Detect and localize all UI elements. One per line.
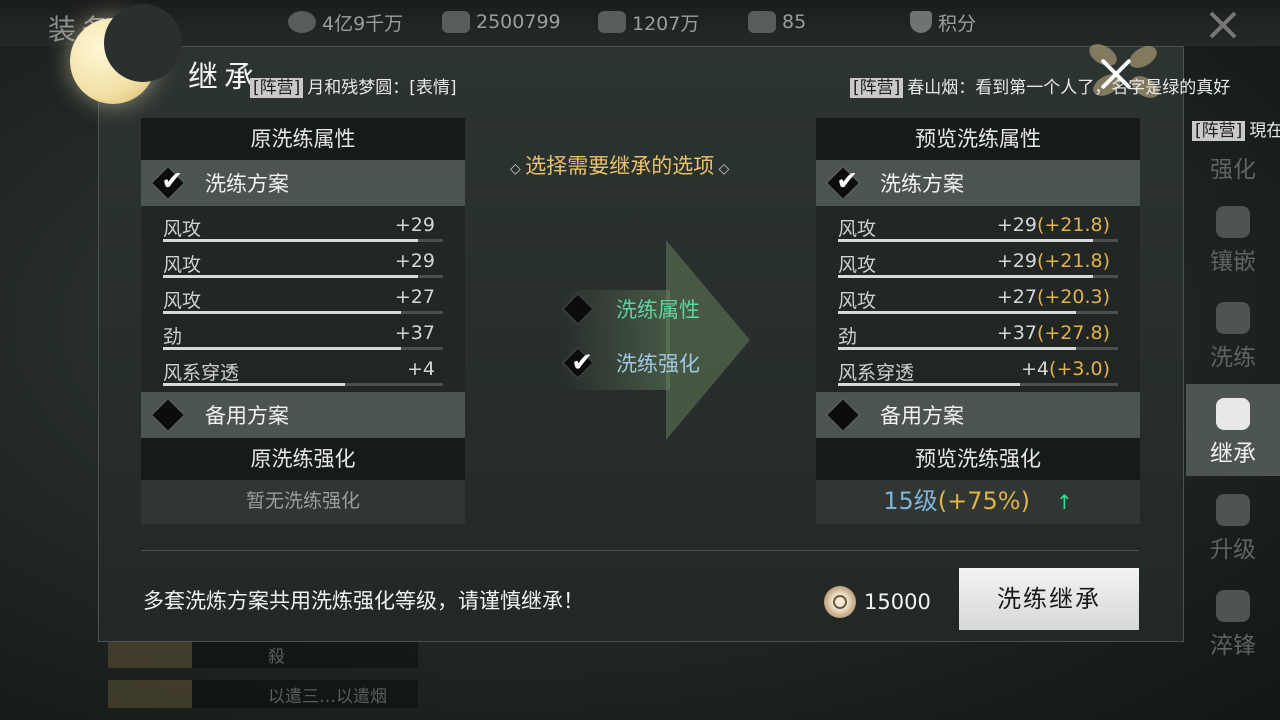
panel-header: 原洗练属性 xyxy=(141,118,465,160)
resource-points: 积分 xyxy=(910,10,976,35)
attribute-bar xyxy=(163,347,443,350)
upgrade-icon xyxy=(1216,494,1250,526)
chat-message: [阵营] 現在 xyxy=(1192,116,1280,141)
refresh-icon xyxy=(1216,302,1250,334)
attribute-row: 风攻 +29 xyxy=(163,208,443,244)
attribute-bar xyxy=(163,275,443,278)
attribute-bar xyxy=(163,383,443,386)
attribute-row: 风攻 +27 xyxy=(163,280,443,316)
feather-icon xyxy=(598,11,626,33)
checkbox-checked-icon[interactable] xyxy=(149,164,187,202)
sidebar-item-refine[interactable]: 洗练 xyxy=(1186,288,1280,380)
attribute-row: 风攻 +29(+21.8) xyxy=(838,244,1118,280)
sidebar-item-strengthen[interactable]: 强化 xyxy=(1186,100,1280,192)
cost-display: 15000 xyxy=(824,586,931,618)
sidebar: 强化 镶嵌 洗练 继承 升级 淬锋 xyxy=(1186,100,1280,720)
attribute-list: 风攻 +29 风攻 +29 风攻 +27 劲 +37 风系穿透 +4 xyxy=(141,206,465,392)
sidebar-item-temper[interactable]: 淬锋 xyxy=(1186,576,1280,668)
attribute-bar xyxy=(163,239,443,242)
attribute-list: 风攻 +29(+21.8) 风攻 +29(+21.8) 风攻 +27(+20.3) 劲… xyxy=(816,206,1140,392)
bag-icon xyxy=(442,11,470,33)
checkbox-checked-icon[interactable] xyxy=(561,346,595,380)
attribute-row: 风系穿透 +4 xyxy=(163,352,443,388)
preview-refine-panel: 预览洗练属性 洗练方案 风攻+29(+21.8) 风攻+29(+21.8) 风攻… xyxy=(816,118,1140,524)
top-bar: 装备 4亿9千万 2500799 1207万 85 积分 xyxy=(0,0,1280,46)
panel-header: 预览洗练属性 xyxy=(816,118,1140,160)
plan-row[interactable]: 洗练方案 xyxy=(141,160,465,206)
shield-icon xyxy=(910,11,932,33)
attribute-bar xyxy=(838,383,1118,386)
inherit-button[interactable]: 洗练继承 xyxy=(959,568,1139,630)
moon-shadow xyxy=(104,4,182,82)
attribute-row: 劲 +37 xyxy=(163,316,443,352)
plan-row[interactable]: 洗练方案 xyxy=(816,160,1140,206)
option-refine-strength[interactable]: 洗练强化 xyxy=(561,346,700,380)
warning-text: 多套洗炼方案共用洗炼强化等级，请谨慎继承！ xyxy=(143,589,584,613)
coin-icon xyxy=(824,586,856,618)
close-icon[interactable] xyxy=(1100,58,1132,90)
attribute-bar xyxy=(838,275,1118,278)
attribute-row: 风攻 +27(+20.3) xyxy=(838,280,1118,316)
attribute-bar xyxy=(163,311,443,314)
background-row: 以遣三…以遣烟 xyxy=(108,680,418,708)
sidebar-item-inherit[interactable]: 继承 xyxy=(1186,384,1280,476)
arrow-right-icon xyxy=(560,240,760,440)
strength-preview: 15级(+75%) ↑ xyxy=(816,480,1140,524)
checkbox-unchecked-icon[interactable] xyxy=(824,396,862,434)
checkbox-unchecked-icon[interactable] xyxy=(561,292,595,326)
strength-value: 暂无洗练强化 xyxy=(141,480,465,524)
resource-bag2: 85 xyxy=(748,10,806,34)
background-row: 殺 xyxy=(108,640,418,668)
sidebar-item-inlay[interactable]: 镶嵌 xyxy=(1186,192,1280,284)
checkbox-checked-icon[interactable] xyxy=(824,164,862,202)
divider xyxy=(141,550,1139,551)
attribute-row: 风系穿透 +4(+3.0) xyxy=(838,352,1118,388)
backup-plan-row[interactable]: 备用方案 xyxy=(816,392,1140,438)
resource-gold: 4亿9千万 xyxy=(288,10,403,35)
attribute-bar xyxy=(838,347,1118,350)
chat-message: [阵营] 月和残梦圆：[表情] xyxy=(250,73,457,98)
attribute-row: 风攻 +29 xyxy=(163,244,443,280)
checkbox-unchecked-icon[interactable] xyxy=(149,396,187,434)
sidebar-item-upgrade[interactable]: 升级 xyxy=(1186,480,1280,572)
attribute-bar xyxy=(838,311,1118,314)
option-refine-attributes[interactable]: 洗练属性 xyxy=(561,292,700,326)
chat-message: [阵营] 春山烟：看到第一个人了，名字是绿的真好 xyxy=(850,73,1230,98)
top-close-icon[interactable] xyxy=(1208,10,1238,40)
choose-prompt: ◇ 选择需要继承的选项 ◇ xyxy=(510,154,730,178)
attribute-row: 风攻 +29(+21.8) xyxy=(838,208,1118,244)
resource-bag: 2500799 xyxy=(442,10,561,34)
strength-header: 预览洗练强化 xyxy=(816,438,1140,480)
arrow-up-icon: ↑ xyxy=(1055,490,1073,514)
coin-stack-icon xyxy=(288,11,316,33)
resource-feather: 1207万 xyxy=(598,10,699,35)
original-refine-panel: 原洗练属性 洗练方案 风攻+29 风攻+29 风攻+27 劲+37 风系穿透+4… xyxy=(141,118,465,524)
flame-icon xyxy=(1216,590,1250,622)
gem-icon xyxy=(1216,206,1250,238)
attribute-bar xyxy=(838,239,1118,242)
strength-header: 原洗练强化 xyxy=(141,438,465,480)
inherit-icon xyxy=(1216,398,1250,430)
backup-plan-row[interactable]: 备用方案 xyxy=(141,392,465,438)
attribute-row: 劲 +37(+27.8) xyxy=(838,316,1118,352)
bag-icon xyxy=(748,11,776,33)
